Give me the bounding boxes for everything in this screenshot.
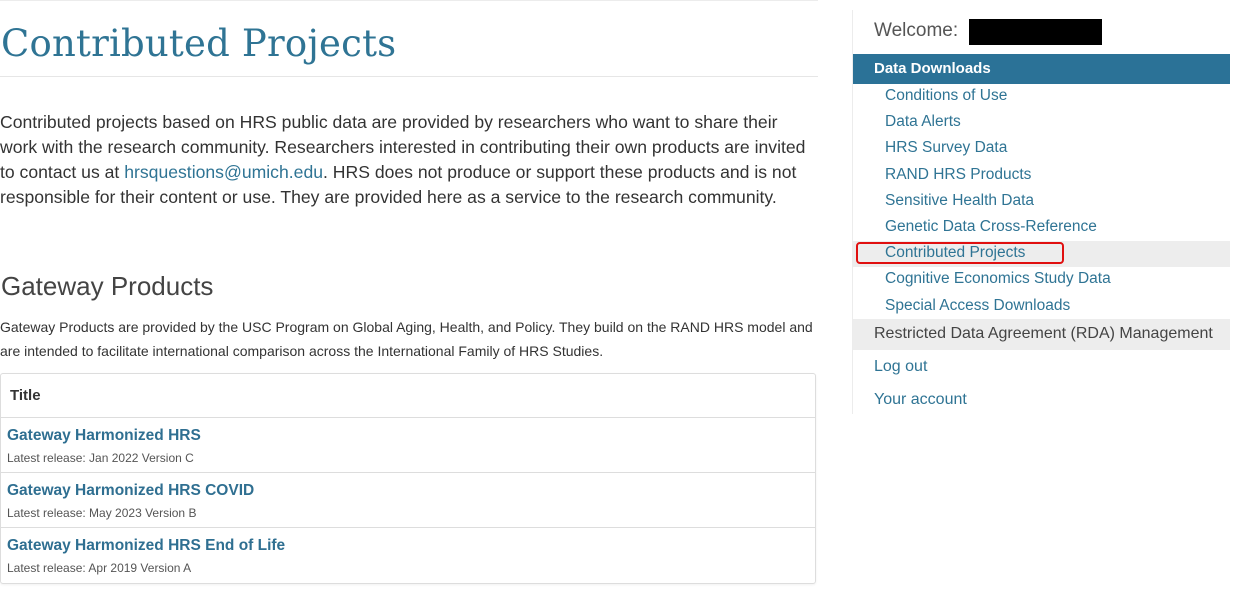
nav-item-your-account[interactable]: Your account: [853, 391, 1230, 409]
table-row: Gateway Harmonized HRS End of Life Lates…: [1, 528, 815, 583]
table-row: Gateway Harmonized HRS Latest release: J…: [1, 418, 815, 473]
welcome-label: Welcome:: [874, 20, 959, 41]
nav-item-log-out[interactable]: Log out: [853, 358, 1230, 376]
product-link[interactable]: Gateway Harmonized HRS End of Life: [7, 536, 809, 556]
gateway-products-table: Title Gateway Harmonized HRS Latest rele…: [0, 373, 816, 584]
sidebar: Welcome: Data Downloads Conditions of Us…: [852, 10, 1230, 414]
nav-item-rand-hrs-products[interactable]: RAND HRS Products: [853, 163, 1230, 189]
page-title: Contributed Projects: [1, 22, 397, 65]
nav-item-rda-management[interactable]: Restricted Data Agreement (RDA) Manageme…: [853, 319, 1230, 350]
nav-item-cognitive-economics-study-data[interactable]: Cognitive Economics Study Data: [853, 267, 1230, 293]
table-header-title: Title: [1, 374, 815, 418]
product-link[interactable]: Gateway Harmonized HRS COVID: [7, 481, 809, 501]
nav-item-genetic-data-cross-reference[interactable]: Genetic Data Cross-Reference: [853, 215, 1230, 241]
nav-item-special-access-downloads[interactable]: Special Access Downloads: [853, 294, 1230, 320]
nav-item-sensitive-health-data[interactable]: Sensitive Health Data: [853, 189, 1230, 215]
product-release: Latest release: Apr 2019 Version A: [7, 561, 192, 575]
contact-email-link[interactable]: hrsquestions@umich.edu: [124, 162, 323, 182]
table-row: Gateway Harmonized HRS COVID Latest rele…: [1, 473, 815, 528]
title-divider: [0, 76, 818, 77]
intro-paragraph: Contributed projects based on HRS public…: [0, 110, 818, 210]
top-divider: [0, 0, 818, 1]
nav-item-conditions-of-use[interactable]: Conditions of Use: [853, 84, 1230, 110]
data-downloads-subnav: Conditions of Use Data Alerts HRS Survey…: [853, 84, 1230, 320]
section-description: Gateway Products are provided by the USC…: [0, 319, 813, 359]
product-release: Latest release: Jan 2022 Version C: [7, 451, 194, 465]
nav-header-data-downloads[interactable]: Data Downloads: [853, 54, 1230, 84]
page: Contributed Projects Contributed project…: [0, 0, 1252, 607]
nav-item-data-alerts[interactable]: Data Alerts: [853, 110, 1230, 136]
nav-item-hrs-survey-data[interactable]: HRS Survey Data: [853, 136, 1230, 162]
section-heading: Gateway Products: [1, 271, 214, 301]
nav-item-contributed-projects[interactable]: Contributed Projects: [853, 241, 1230, 268]
product-release: Latest release: May 2023 Version B: [7, 506, 197, 520]
product-link[interactable]: Gateway Harmonized HRS: [7, 426, 809, 446]
redacted-username: [969, 19, 1102, 45]
